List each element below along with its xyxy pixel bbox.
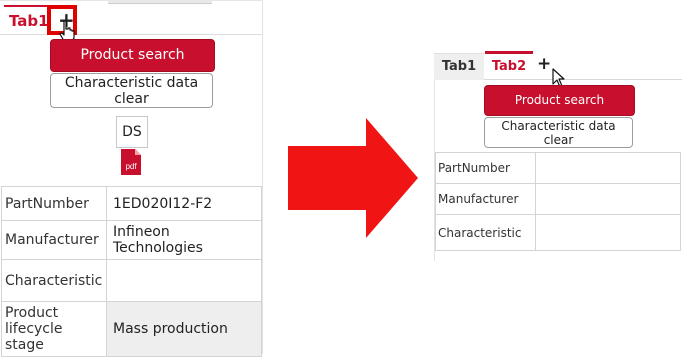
characteristic-clear-button[interactable]: Characteristic data clear — [50, 73, 213, 108]
row-key: Manufacturer — [1, 220, 107, 260]
row-value — [535, 183, 681, 215]
row-value — [535, 214, 681, 251]
row-key: Characteristic — [1, 259, 107, 302]
table-row: Characteristic — [435, 214, 681, 251]
product-search-button[interactable]: Product search — [50, 39, 215, 72]
tab-bar: Tab1 + — [0, 5, 262, 35]
row-value — [535, 152, 681, 184]
tab-2[interactable]: Tab2 — [485, 51, 533, 79]
row-key: PartNumber — [1, 186, 107, 221]
left-panel: Tab1 + Product search Characteristic dat… — [0, 0, 263, 357]
table-row: PartNumber — [435, 152, 681, 184]
table-row: Characteristic — [1, 259, 262, 302]
spec-table-left: PartNumber 1ED020I12-F2 Manufacturer Inf… — [1, 186, 262, 357]
spec-table-right: PartNumber Manufacturer Characteristic — [435, 152, 681, 251]
row-key: PartNumber — [435, 152, 536, 184]
table-row: Product lifecycle stage Mass production — [1, 301, 262, 357]
pdf-text: pdf — [125, 162, 137, 171]
row-key: Manufacturer — [435, 183, 536, 215]
row-key: Characteristic — [435, 214, 536, 251]
row-value: Infineon Technologies — [106, 220, 262, 260]
characteristic-clear-button[interactable]: Characteristic data clear — [484, 117, 633, 148]
row-key: Product lifecycle stage — [1, 301, 107, 357]
row-value: 1ED020I12-F2 — [106, 186, 262, 221]
row-value — [106, 259, 262, 302]
table-row: PartNumber 1ED020I12-F2 — [1, 186, 262, 221]
pdf-icon[interactable]: pdf — [119, 148, 143, 176]
ds-label: DS — [116, 116, 148, 148]
plus-icon[interactable]: + — [537, 55, 553, 73]
table-row: Manufacturer — [435, 183, 681, 215]
toolbar-edge — [108, 0, 212, 4]
tab-1[interactable]: Tab1 — [434, 53, 484, 80]
table-row: Manufacturer Infineon Technologies — [1, 220, 262, 260]
product-search-button[interactable]: Product search — [484, 85, 635, 116]
right-panel: Tab1 Tab2 + Product search Characteristi… — [434, 51, 682, 261]
row-value: Mass production — [106, 301, 262, 357]
right-arrow-icon — [288, 118, 418, 238]
